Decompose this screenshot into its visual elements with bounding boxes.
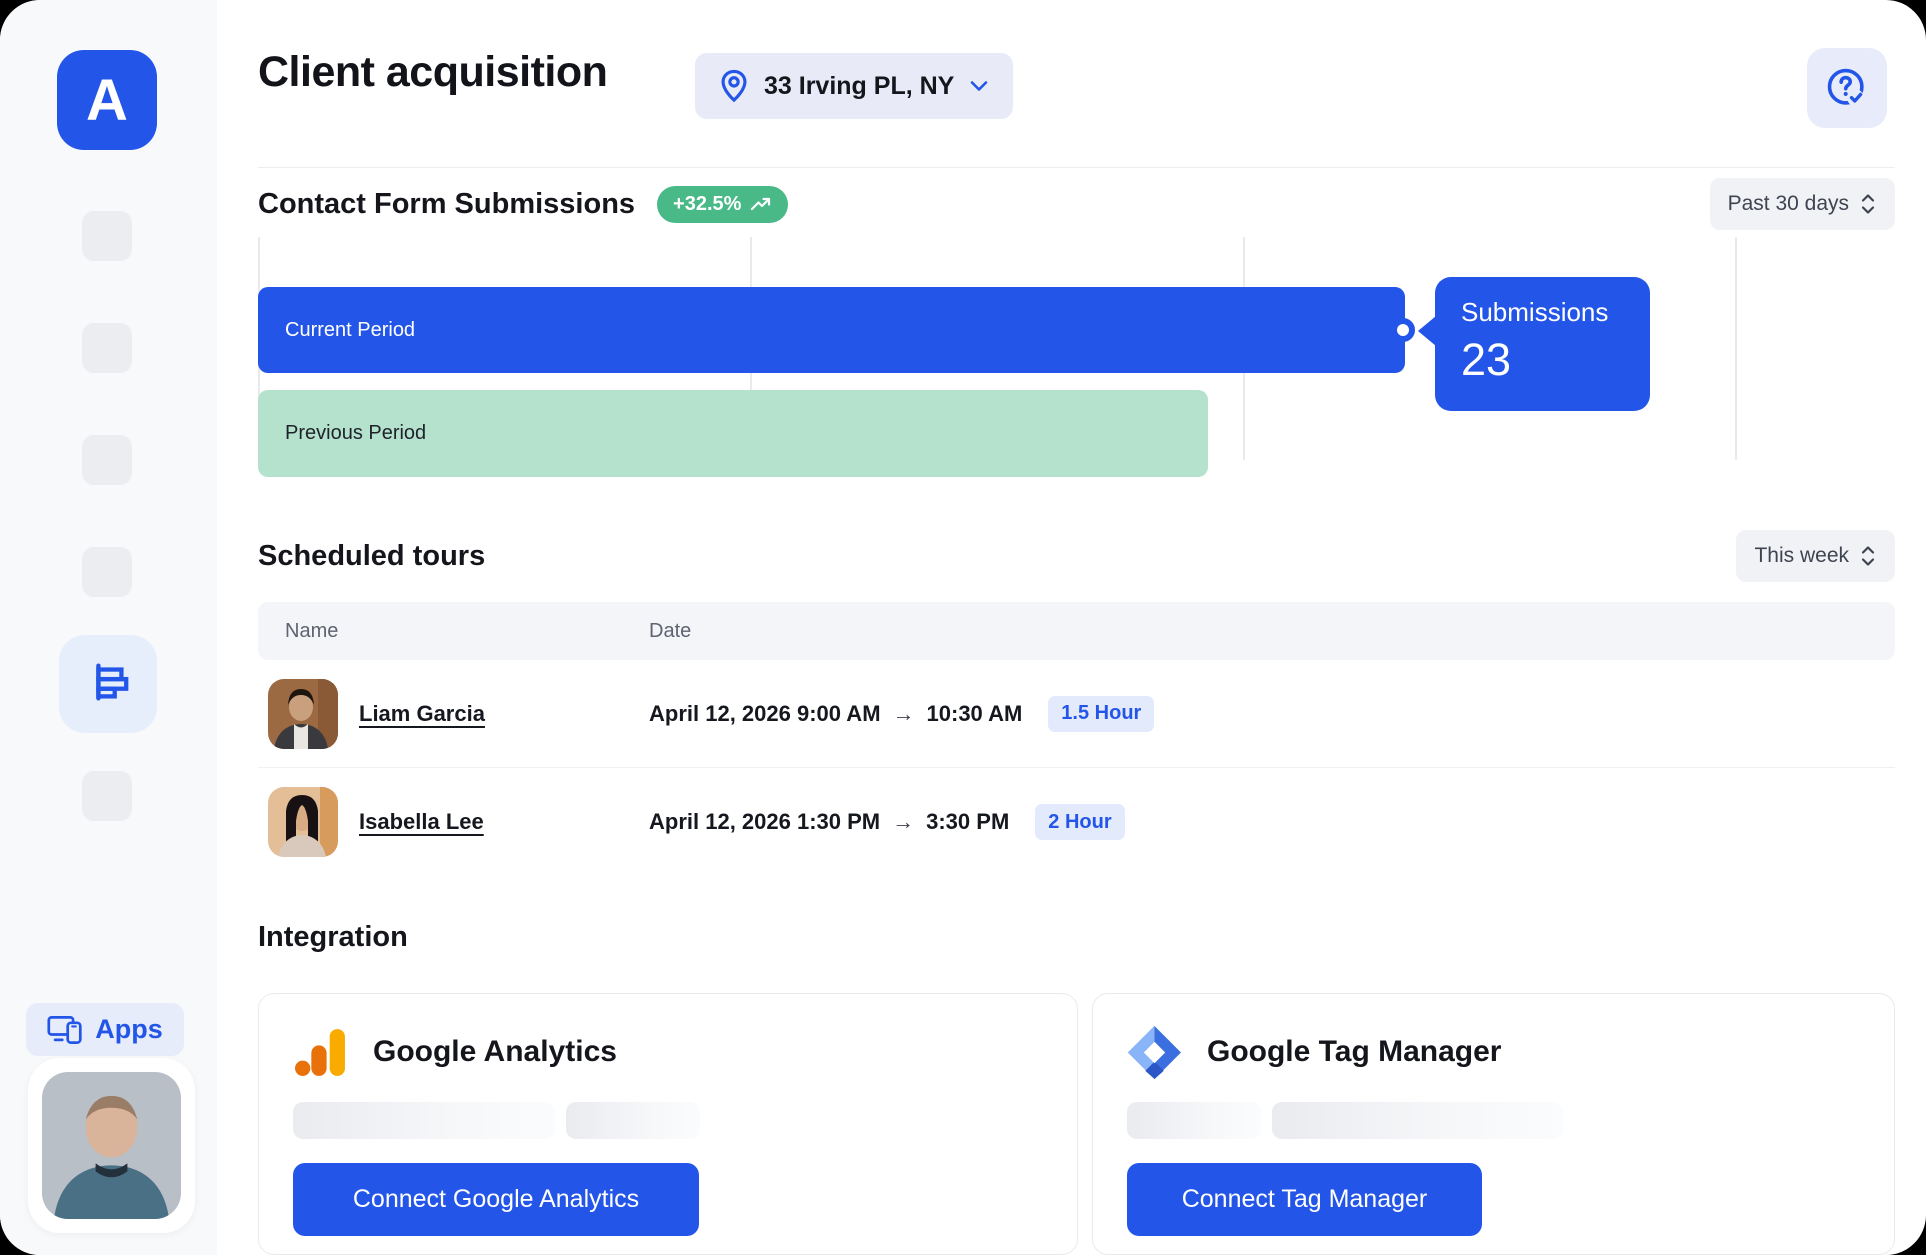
skeleton-bar [566,1102,700,1139]
tour-date: April 12, 2026 9:00 AM → 10:30 AM 1.5 Ho… [649,696,1154,732]
devices-icon [47,1014,83,1046]
google-analytics-card: Google Analytics Connect Google Analytic… [258,993,1078,1255]
tours-range-select[interactable]: This week [1736,530,1895,582]
sidebar: A [0,0,217,1255]
submissions-section-title: Contact Form Submissions [258,188,635,221]
page-title: Client acquisition [258,48,607,97]
duration-badge: 2 Hour [1035,804,1124,840]
google-analytics-icon [293,1025,348,1080]
google-tag-manager-card: Google Tag Manager Connect Tag Manager [1092,993,1895,1255]
tour-name-link[interactable]: Isabella Lee [359,809,484,835]
integration-section-title: Integration [258,921,408,954]
connect-google-analytics-button[interactable]: Connect Google Analytics [293,1163,699,1236]
help-circle-check-icon [1825,66,1869,110]
sidebar-item-2[interactable] [82,323,132,373]
main-content: Client acquisition 33 Irving PL, NY [258,0,1895,1255]
chart-data-point-dot [1391,318,1415,342]
submissions-tooltip: Submissions 23 [1435,277,1650,411]
card-title: Google Analytics [373,1035,617,1069]
connect-tag-manager-button[interactable]: Connect Tag Manager [1127,1163,1482,1236]
current-period-label: Current Period [285,319,415,342]
skeleton-bar [1127,1102,1261,1139]
skeleton-row [293,1102,1043,1139]
google-tag-manager-icon [1127,1025,1182,1080]
app-logo[interactable]: A [57,50,157,150]
trending-up-icon [750,197,772,212]
location-selector[interactable]: 33 Irving PL, NY [695,53,1013,119]
growth-badge: +32.5% [657,186,788,223]
tours-table-header: Name Date [258,602,1895,660]
current-period-bar[interactable]: Current Period [258,287,1405,373]
tour-row-isabella-lee[interactable]: Isabella Lee April 12, 2026 1:30 PM → 3:… [258,768,1895,876]
chevron-up-down-icon [1859,544,1877,568]
user-avatar[interactable] [28,1058,195,1233]
duration-badge: 1.5 Hour [1048,696,1154,732]
user-avatar-photo [42,1072,181,1219]
sidebar-item-4[interactable] [82,547,132,597]
skeleton-row [1127,1102,1860,1139]
tour-avatar [268,679,338,749]
tooltip-arrow [1418,316,1436,346]
app-window: A [0,0,1926,1255]
location-label: 33 Irving PL, NY [764,72,954,101]
map-pin-icon [719,69,749,103]
sidebar-item-reports-active[interactable] [59,635,157,733]
tour-date: April 12, 2026 1:30 PM → 3:30 PM 2 Hour [649,804,1125,840]
column-header-name: Name [285,620,338,643]
horizontal-bar-chart-icon [85,659,131,710]
column-header-date: Date [649,620,691,643]
help-button[interactable] [1807,48,1887,128]
skeleton-bar [293,1102,555,1139]
apps-label: Apps [95,1014,163,1045]
chevron-up-down-icon [1859,192,1877,216]
previous-period-label: Previous Period [285,422,426,445]
header-divider [258,167,1895,168]
tour-row-liam-garcia[interactable]: Liam Garcia April 12, 2026 9:00 AM → 10:… [258,660,1895,768]
arrow-right-icon: → [892,809,914,835]
app-logo-letter: A [86,67,128,134]
arrow-right-icon: → [893,701,915,727]
sidebar-item-1[interactable] [82,211,132,261]
submissions-range-select[interactable]: Past 30 days [1710,178,1895,230]
chevron-down-icon [969,80,989,92]
sidebar-item-5[interactable] [82,771,132,821]
apps-button[interactable]: Apps [26,1003,184,1056]
tour-name-link[interactable]: Liam Garcia [359,701,485,727]
submissions-range-label: Past 30 days [1728,192,1849,216]
sidebar-item-3[interactable] [82,435,132,485]
submissions-chart: Current Period Submissions 23 Previous P… [258,237,1895,493]
chart-gridline [1735,237,1737,460]
tooltip-label: Submissions [1461,297,1650,328]
card-title: Google Tag Manager [1207,1035,1501,1069]
tours-range-label: This week [1754,544,1849,568]
skeleton-bar [1272,1102,1563,1139]
tour-avatar [268,787,338,857]
previous-period-bar[interactable]: Previous Period [258,390,1208,477]
tours-section-title: Scheduled tours [258,540,485,573]
tooltip-value: 23 [1461,334,1650,386]
